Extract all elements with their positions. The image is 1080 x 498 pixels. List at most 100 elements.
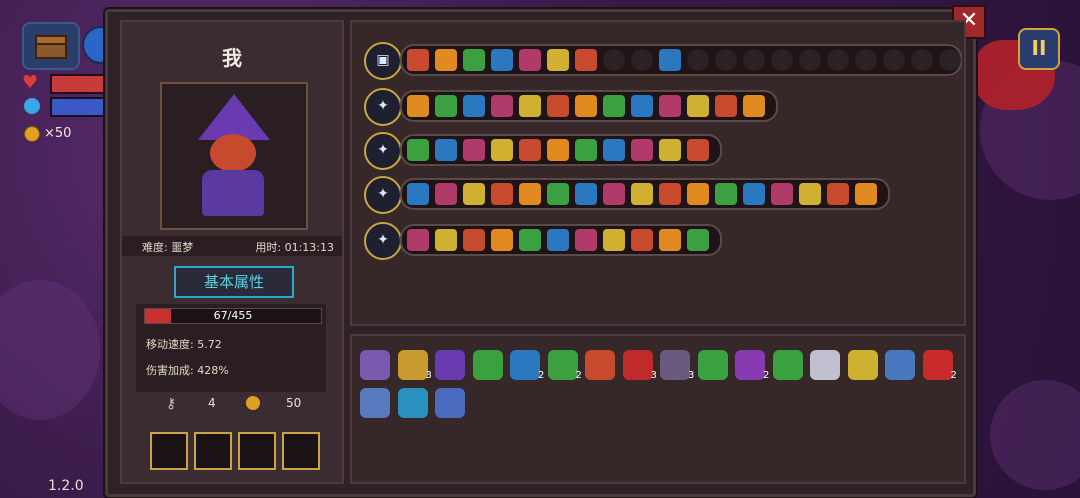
basic-attributes-button[interactable]: 基本属性 xyxy=(174,266,294,298)
upgrade-chip[interactable] xyxy=(407,139,429,161)
upgrade-chip[interactable] xyxy=(463,229,485,251)
inventory-item[interactable] xyxy=(435,388,465,418)
upgrade-chip[interactable] xyxy=(519,139,541,161)
upgrade-chip[interactable] xyxy=(547,229,569,251)
upgrade-chip[interactable] xyxy=(743,49,765,71)
consumable-slot[interactable] xyxy=(238,432,276,470)
upgrade-chip[interactable] xyxy=(547,95,569,117)
upgrade-chip[interactable] xyxy=(799,49,821,71)
upgrade-chip[interactable] xyxy=(659,49,681,71)
upgrade-chip[interactable] xyxy=(547,49,569,71)
chest-weapon-icon[interactable]: ▣ xyxy=(364,42,402,80)
upgrade-chip[interactable] xyxy=(463,49,485,71)
upgrade-chip[interactable] xyxy=(603,183,625,205)
upgrade-chip[interactable] xyxy=(911,49,933,71)
upgrade-chip[interactable] xyxy=(575,183,597,205)
upgrade-chip[interactable] xyxy=(407,183,429,205)
upgrade-chip[interactable] xyxy=(435,183,457,205)
upgrade-chip[interactable] xyxy=(855,183,877,205)
upgrade-chip[interactable] xyxy=(407,229,429,251)
upgrade-chip[interactable] xyxy=(547,139,569,161)
staff-weapon-icon[interactable]: ✦ xyxy=(364,88,402,126)
inventory-item[interactable] xyxy=(397,350,428,380)
upgrade-chip[interactable] xyxy=(799,183,821,205)
upgrade-chip[interactable] xyxy=(631,139,653,161)
upgrade-chip[interactable] xyxy=(491,95,513,117)
inventory-item[interactable] xyxy=(510,350,540,380)
staff-weapon-icon[interactable]: ✦ xyxy=(364,222,402,260)
upgrade-chip[interactable] xyxy=(603,95,625,117)
upgrade-chip[interactable] xyxy=(491,49,513,71)
inventory-item[interactable] xyxy=(810,350,840,380)
consumable-slot[interactable] xyxy=(194,432,232,470)
upgrade-chip[interactable] xyxy=(435,49,457,71)
inventory-item[interactable] xyxy=(622,350,653,380)
upgrade-chip[interactable] xyxy=(575,49,597,71)
upgrade-chip[interactable] xyxy=(575,95,597,117)
consumable-slot[interactable] xyxy=(282,432,320,470)
upgrade-chip[interactable] xyxy=(659,139,681,161)
upgrade-chip[interactable] xyxy=(743,95,765,117)
consumable-slot[interactable] xyxy=(150,432,188,470)
upgrade-chip[interactable] xyxy=(519,49,541,71)
upgrade-chip[interactable] xyxy=(715,183,737,205)
upgrade-chip[interactable] xyxy=(435,229,457,251)
upgrade-chip[interactable] xyxy=(547,183,569,205)
upgrade-chip[interactable] xyxy=(687,229,709,251)
inventory-item[interactable] xyxy=(360,388,390,418)
inventory-item[interactable] xyxy=(847,350,878,380)
upgrade-chip[interactable] xyxy=(687,139,709,161)
upgrade-chip[interactable] xyxy=(631,183,653,205)
upgrade-chip[interactable] xyxy=(631,229,653,251)
inventory-item[interactable] xyxy=(922,350,953,380)
upgrade-chip[interactable] xyxy=(463,95,485,117)
upgrade-chip[interactable] xyxy=(827,183,849,205)
inventory-item[interactable] xyxy=(697,350,728,380)
upgrade-chip[interactable] xyxy=(771,49,793,71)
inventory-item[interactable] xyxy=(547,350,578,380)
upgrade-chip[interactable] xyxy=(883,49,905,71)
inventory-item[interactable] xyxy=(772,350,803,380)
inventory-item[interactable] xyxy=(735,350,765,380)
inventory-item[interactable] xyxy=(397,388,428,418)
upgrade-chip[interactable] xyxy=(687,183,709,205)
upgrade-chip[interactable] xyxy=(827,49,849,71)
upgrade-chip[interactable] xyxy=(575,139,597,161)
upgrade-chip[interactable] xyxy=(491,229,513,251)
upgrade-chip[interactable] xyxy=(939,49,961,71)
upgrade-chip[interactable] xyxy=(603,49,625,71)
upgrade-chip[interactable] xyxy=(715,49,737,71)
upgrade-chip[interactable] xyxy=(575,229,597,251)
upgrade-chip[interactable] xyxy=(659,183,681,205)
upgrade-chip[interactable] xyxy=(631,95,653,117)
upgrade-chip[interactable] xyxy=(855,49,877,71)
upgrade-chip[interactable] xyxy=(603,139,625,161)
upgrade-chip[interactable] xyxy=(715,95,737,117)
staff-weapon-icon[interactable]: ✦ xyxy=(364,176,402,214)
upgrade-chip[interactable] xyxy=(491,183,513,205)
upgrade-chip[interactable] xyxy=(519,95,541,117)
upgrade-chip[interactable] xyxy=(603,229,625,251)
upgrade-chip[interactable] xyxy=(519,183,541,205)
upgrade-chip[interactable] xyxy=(407,49,429,71)
upgrade-chip[interactable] xyxy=(463,183,485,205)
inventory-item[interactable] xyxy=(585,350,615,380)
upgrade-chip[interactable] xyxy=(491,139,513,161)
upgrade-chip[interactable] xyxy=(743,183,765,205)
inventory-item[interactable] xyxy=(472,350,503,380)
upgrade-chip[interactable] xyxy=(771,183,793,205)
upgrade-chip[interactable] xyxy=(435,95,457,117)
upgrade-chip[interactable] xyxy=(407,95,429,117)
inventory-item[interactable] xyxy=(360,350,390,380)
inventory-item[interactable] xyxy=(885,350,915,380)
inventory-item[interactable] xyxy=(660,350,690,380)
upgrade-chip[interactable] xyxy=(519,229,541,251)
staff-weapon-icon[interactable]: ✦ xyxy=(364,132,402,170)
upgrade-chip[interactable] xyxy=(659,229,681,251)
upgrade-chip[interactable] xyxy=(687,49,709,71)
upgrade-chip[interactable] xyxy=(659,95,681,117)
upgrade-chip[interactable] xyxy=(631,49,653,71)
upgrade-chip[interactable] xyxy=(687,95,709,117)
upgrade-chip[interactable] xyxy=(463,139,485,161)
inventory-chest-button[interactable] xyxy=(22,22,80,70)
